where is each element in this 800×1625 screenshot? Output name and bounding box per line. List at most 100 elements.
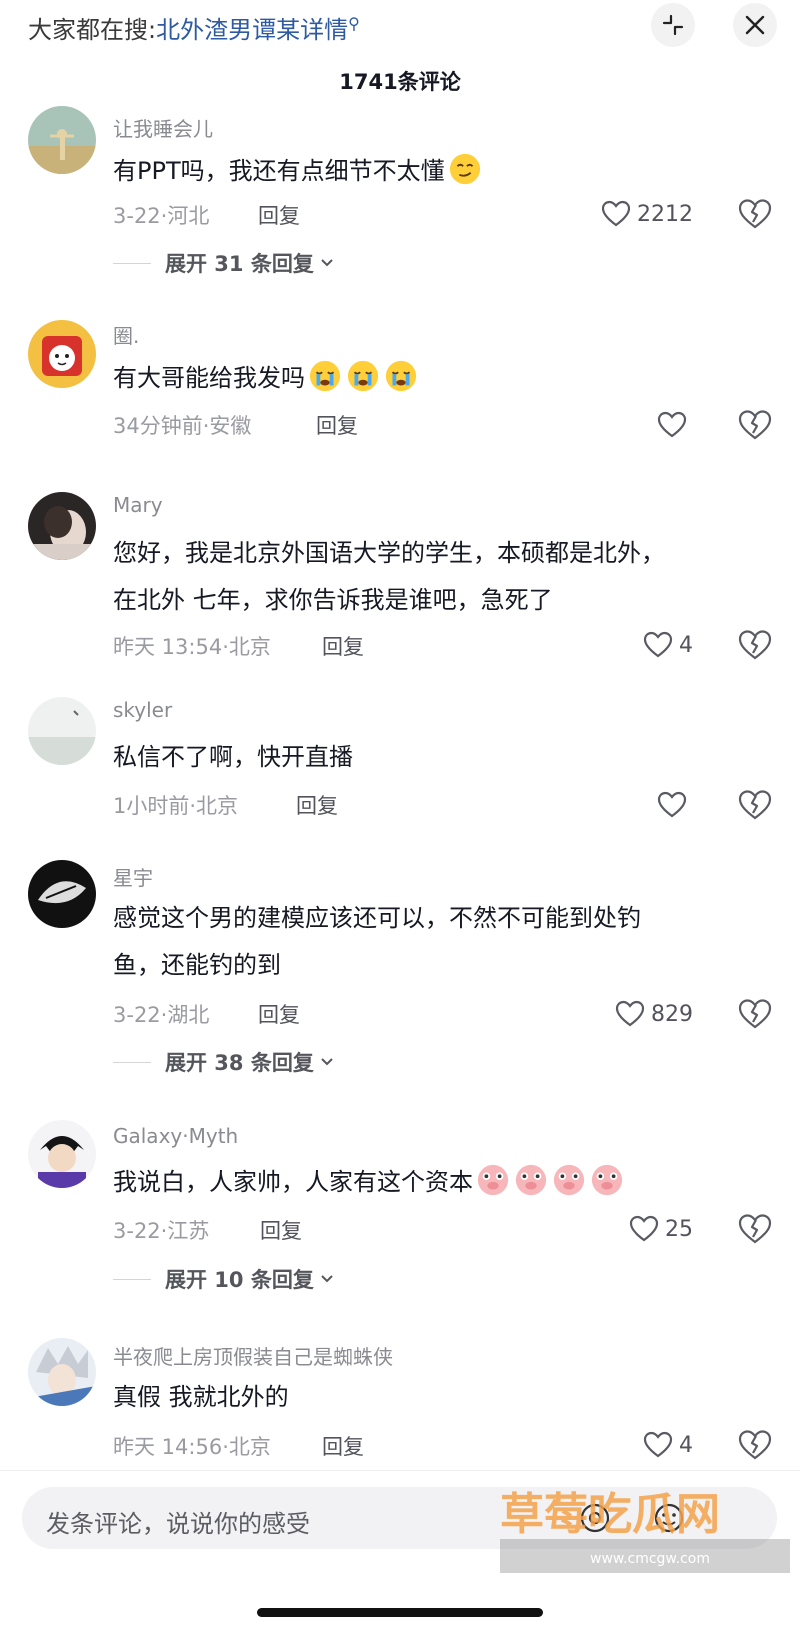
divider — [113, 262, 151, 264]
like-button[interactable]: 829 — [615, 998, 693, 1030]
close-icon — [745, 15, 765, 35]
chevron-down-icon — [321, 259, 333, 267]
top-bar: 大家都在搜:北外渣男谭某详情⚲ — [0, 0, 800, 50]
search-icon: ⚲ — [348, 14, 360, 33]
expand-replies-label: 展开 10 条回复 — [165, 1268, 314, 1292]
like-count: 4 — [679, 632, 693, 658]
like-count: 829 — [651, 1001, 693, 1027]
divider — [113, 1278, 151, 1280]
comment-meta: 3-22·河北 — [113, 204, 210, 228]
like-button[interactable] — [657, 789, 693, 821]
comment-username[interactable]: Galaxy·Myth — [113, 1124, 238, 1148]
pig-face-emoji — [515, 1164, 547, 1196]
avatar[interactable] — [28, 492, 96, 560]
reply-button[interactable]: 回复 — [258, 200, 300, 230]
comment-input-placeholder: 发条评论，说说你的感受 — [46, 1510, 310, 1538]
like-button[interactable]: 2212 — [601, 198, 693, 230]
comment-text: 私信不了啊，快开直播 — [113, 734, 753, 781]
comment-username[interactable]: 半夜爬上房顶假装自己是蜘蛛侠 — [113, 1341, 393, 1370]
avatar[interactable] — [28, 1120, 96, 1188]
home-indicator — [257, 1608, 543, 1617]
comment-text-content: 真假 我就北外的 — [113, 1383, 289, 1411]
comment-username[interactable]: 让我睡会儿 — [113, 113, 213, 142]
comment-username[interactable]: skyler — [113, 698, 172, 722]
comment-text-content: 有大哥能给我发吗 — [113, 364, 305, 392]
dislike-icon[interactable] — [738, 1429, 772, 1461]
watermark-brand: 草莓吃瓜网 — [500, 1489, 720, 1540]
chevron-down-icon — [321, 1058, 333, 1066]
reply-button[interactable]: 回复 — [260, 1215, 302, 1245]
expand-replies-label: 展开 31 条回复 — [165, 252, 314, 276]
heart-icon — [643, 631, 673, 658]
collapse-button[interactable] — [651, 3, 695, 47]
comment-composer-bar: 发条评论，说说你的感受 草莓吃瓜网 www.cmcgw.com — [0, 1470, 800, 1625]
avatar[interactable] — [28, 1338, 96, 1406]
heart-icon — [601, 200, 631, 227]
heart-icon — [657, 791, 687, 818]
expand-replies-button[interactable]: 展开 31 条回复 — [113, 248, 334, 278]
comment-text-line: 鱼，还能钓的到 — [113, 951, 281, 979]
comment-text: 有大哥能给我发吗 — [113, 355, 753, 402]
comment-text: 真假 我就北外的 — [113, 1374, 753, 1421]
like-count: 2212 — [637, 201, 693, 227]
comment-username[interactable]: 圈. — [113, 320, 139, 349]
comment-meta: 34分钟前·安徽 — [113, 414, 252, 438]
comment-count: 1741条评论 — [339, 70, 461, 94]
crying-face-emoji — [385, 360, 417, 392]
comment-text-line: 在北外 七年，求你告诉我是谁吧，急死了 — [113, 586, 553, 614]
chevron-down-icon — [321, 1275, 333, 1283]
smirk-face-emoji — [449, 153, 480, 185]
pig-face-emoji — [477, 1164, 509, 1196]
dislike-icon[interactable] — [738, 198, 772, 230]
dislike-icon[interactable] — [738, 998, 772, 1030]
expand-replies-button[interactable]: 展开 10 条回复 — [113, 1264, 334, 1294]
comment-username[interactable]: Mary — [113, 493, 163, 517]
close-button[interactable] — [733, 3, 777, 47]
search-suggestion[interactable]: 大家都在搜:北外渣男谭某详情⚲ — [28, 8, 360, 46]
expand-replies-button[interactable]: 展开 38 条回复 — [113, 1047, 334, 1077]
reply-button[interactable]: 回复 — [316, 410, 358, 440]
expand-replies-label: 展开 38 条回复 — [165, 1051, 314, 1075]
pig-face-emoji — [553, 1164, 585, 1196]
avatar[interactable] — [28, 697, 96, 765]
comment-text-content: 私信不了啊，快开直播 — [113, 743, 353, 771]
like-count: 25 — [665, 1216, 693, 1242]
heart-icon — [643, 1431, 673, 1458]
comment-text: 您好，我是北京外国语大学的学生，本硕都是北外， 在北外 七年，求你告诉我是谁吧，… — [113, 530, 753, 624]
search-suggestion-query[interactable]: 北外渣男谭某详情 — [156, 16, 348, 44]
avatar[interactable] — [28, 860, 96, 928]
dislike-icon[interactable] — [738, 629, 772, 661]
comment-text-line: 您好，我是北京外国语大学的学生，本硕都是北外， — [113, 539, 665, 567]
like-button[interactable]: 4 — [643, 629, 693, 661]
comment-text: 感觉这个男的建模应该还可以，不然不可能到处钓 鱼，还能钓的到 — [113, 895, 753, 989]
like-button[interactable]: 4 — [643, 1429, 693, 1461]
reply-button[interactable]: 回复 — [258, 999, 300, 1029]
reply-button[interactable]: 回复 — [322, 631, 364, 661]
like-count: 4 — [679, 1432, 693, 1458]
comment-meta: 昨天 13:54·北京 — [113, 635, 271, 659]
search-suggestion-prefix: 大家都在搜: — [28, 16, 157, 44]
dislike-icon[interactable] — [738, 409, 772, 441]
comment-meta: 昨天 14:56·北京 — [113, 1435, 271, 1459]
comment-text: 有PPT吗，我还有点细节不太懂 — [113, 148, 753, 195]
comment-meta: 3-22·江苏 — [113, 1219, 210, 1243]
site-watermark: 草莓吃瓜网 www.cmcgw.com — [500, 1489, 790, 1573]
comment-text: 我说白，人家帅，人家有这个资本 — [113, 1159, 753, 1206]
watermark-url: www.cmcgw.com — [590, 1551, 710, 1567]
like-button[interactable] — [657, 409, 693, 441]
collapse-icon — [662, 14, 684, 36]
comment-text-content: 有PPT吗，我还有点细节不太懂 — [113, 157, 445, 185]
dislike-icon[interactable] — [738, 789, 772, 821]
dislike-icon[interactable] — [738, 1213, 772, 1245]
avatar[interactable] — [28, 106, 96, 174]
comment-meta: 3-22·湖北 — [113, 1003, 210, 1027]
avatar[interactable] — [28, 320, 96, 388]
like-button[interactable]: 25 — [629, 1213, 693, 1245]
reply-button[interactable]: 回复 — [322, 1431, 364, 1461]
pig-face-emoji — [591, 1164, 623, 1196]
heart-icon — [629, 1215, 659, 1242]
reply-button[interactable]: 回复 — [296, 790, 338, 820]
crying-face-emoji — [347, 360, 379, 392]
comment-username[interactable]: 星宇 — [113, 862, 153, 891]
comment-text-content: 我说白，人家帅，人家有这个资本 — [113, 1168, 473, 1196]
